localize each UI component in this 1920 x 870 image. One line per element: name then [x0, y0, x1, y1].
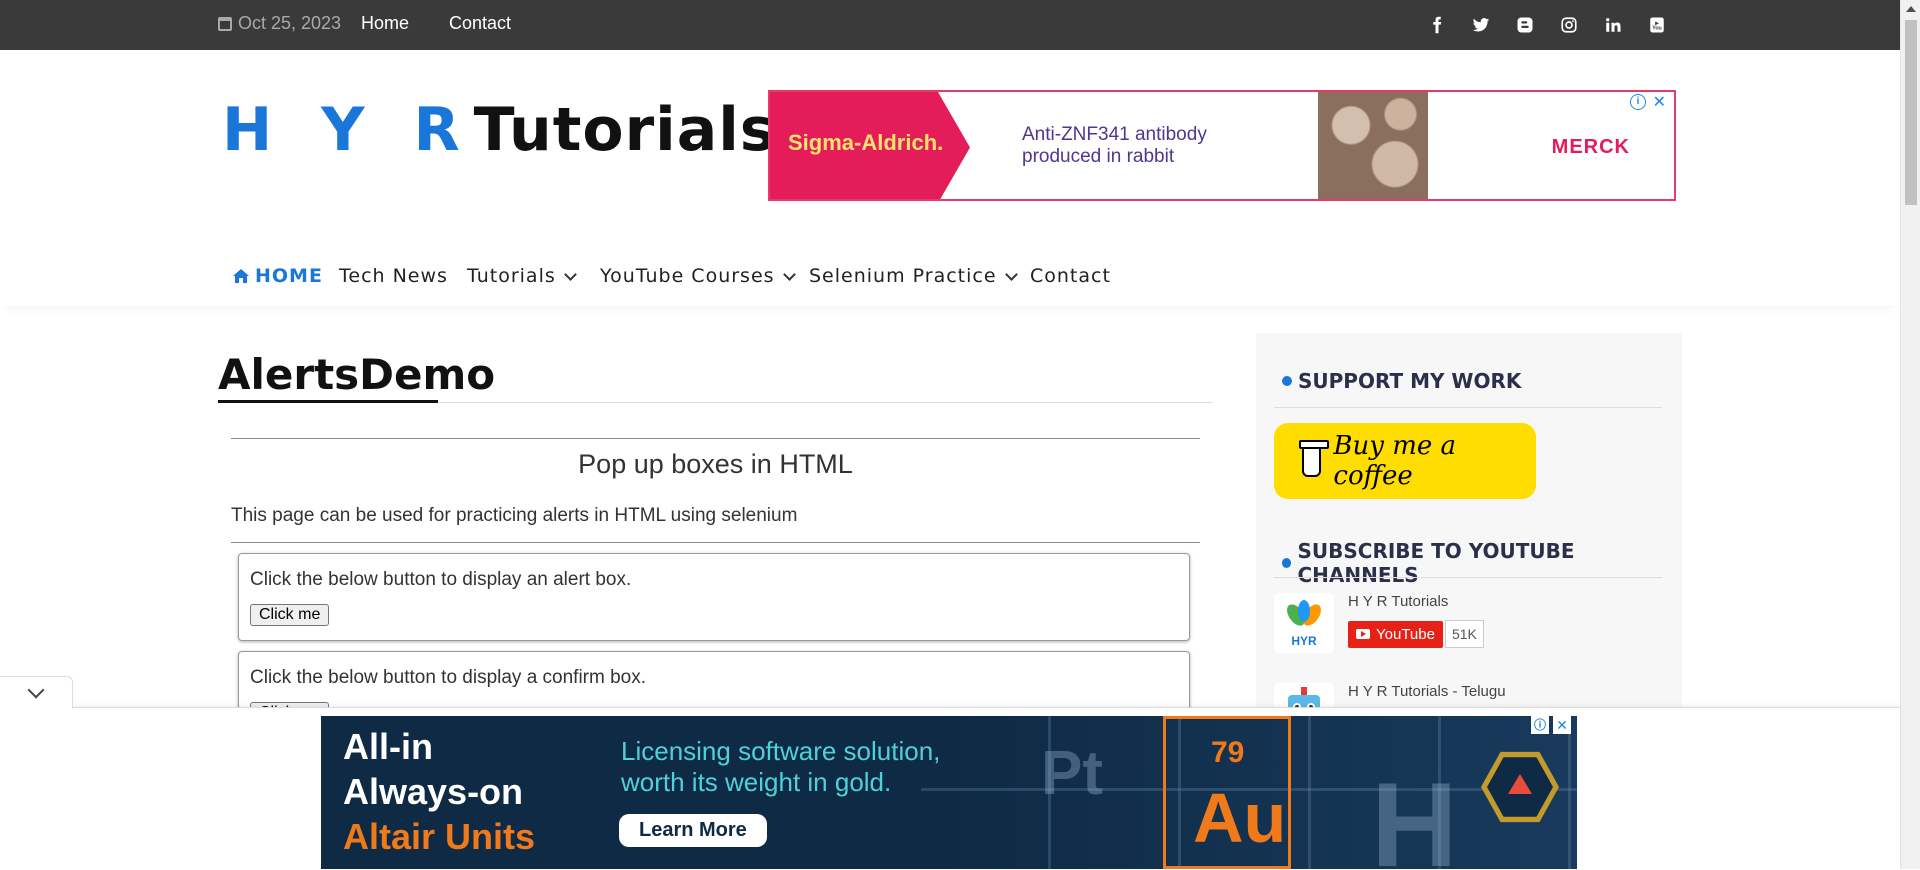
buy-me-a-coffee-button[interactable]: Buy me a coffee: [1274, 423, 1536, 499]
nav-item-tech-news[interactable]: Tech News: [339, 265, 448, 287]
nav-label-selenium-practice: Selenium Practice: [809, 265, 997, 287]
main-navigation: HOME Tech News Tutorials YouTube Courses…: [0, 240, 1900, 306]
nav-label-contact: Contact: [1030, 265, 1111, 287]
chevron-down-icon: [1004, 267, 1018, 281]
ad-tagline: Licensing software solution, worth its w…: [621, 736, 940, 798]
nav-item-contact[interactable]: Contact: [1030, 265, 1111, 287]
twitter-icon[interactable]: [1470, 14, 1492, 36]
youtube-subscribe-button[interactable]: YouTube 51K: [1348, 620, 1484, 648]
home-icon: [233, 269, 249, 283]
alert-box-message: Click the below button to display an ale…: [250, 569, 632, 590]
logo-initials: H Y R: [222, 95, 474, 165]
sidebar: SUPPORT MY WORK Buy me a coffee SUBSCRIB…: [1256, 333, 1682, 743]
top-bar: Oct 25, 2023 Home Contact You ▶: [0, 0, 1900, 50]
bullet-dot: [1282, 558, 1292, 568]
chevron-down-icon: [563, 267, 577, 281]
altair-logo-mark: [1508, 774, 1532, 794]
ad-close-icon[interactable]: ✕: [1553, 716, 1571, 734]
alert-button[interactable]: Click me: [250, 604, 330, 626]
svg-text:You: You: [1652, 26, 1662, 32]
channel-row: HYR H Y R Tutorials YouTube 51K: [1274, 593, 1484, 653]
ad-close-icon[interactable]: ✕: [1653, 92, 1666, 112]
linkedin-icon[interactable]: [1602, 14, 1624, 36]
nav-label-home: HOME: [255, 265, 323, 287]
ad-info-icon[interactable]: i: [1630, 94, 1646, 110]
channel-name[interactable]: H Y R Tutorials: [1348, 593, 1484, 610]
bullet-dot: [1282, 376, 1292, 386]
top-banner-ad[interactable]: Sigma-Aldrich. Anti-ZNF341 antibody prod…: [768, 90, 1676, 201]
confirm-box-message: Click the below button to display a conf…: [250, 667, 647, 688]
ad-partner-logo: MERCK: [1551, 136, 1630, 158]
calendar-icon: [218, 16, 232, 31]
nav-label-tutorials: Tutorials: [467, 265, 556, 287]
ad-tissue-image: [1318, 92, 1428, 199]
nav-item-tutorials[interactable]: Tutorials: [467, 265, 577, 287]
youtube-button-label: YouTube: [1376, 625, 1435, 643]
widget-divider: [1274, 407, 1662, 408]
ad-text: Anti-ZNF341 antibody produced in rabbit: [1022, 124, 1207, 168]
channel-avatar[interactable]: HYR: [1274, 593, 1334, 653]
ad-headline-1: All-in: [343, 726, 433, 767]
widget-divider: [1274, 577, 1662, 578]
content-divider-bottom: [231, 542, 1200, 543]
chevron-down-icon: [27, 681, 45, 699]
nav-label-youtube-courses: YouTube Courses: [600, 265, 775, 287]
support-title-text: SUPPORT MY WORK: [1298, 369, 1522, 393]
subscribe-widget-title: SUBSCRIBE TO YOUTUBE CHANNELS: [1282, 539, 1682, 587]
channel-name[interactable]: H Y R Tutorials - Telugu: [1348, 683, 1506, 700]
title-underline: [218, 400, 438, 403]
ad-gold-symbol: Au: [1193, 779, 1287, 857]
youtube-icon[interactable]: You ▶: [1646, 14, 1668, 36]
top-link-contact[interactable]: Contact: [449, 13, 511, 34]
anchor-ad-collapse-tab[interactable]: [0, 676, 73, 709]
section-heading: Pop up boxes in HTML: [578, 449, 853, 479]
youtube-button[interactable]: YouTube: [1348, 620, 1443, 648]
ad-tagline-line1: Licensing software solution,: [621, 736, 941, 766]
coffee-cup-icon: [1298, 440, 1330, 477]
learn-more-button[interactable]: Learn More: [619, 814, 767, 847]
facebook-icon[interactable]: [1426, 14, 1448, 36]
subscribe-title-text: SUBSCRIBE TO YOUTUBE CHANNELS: [1297, 539, 1575, 587]
ad-tagline-line2: worth its weight in gold.: [621, 767, 892, 797]
site-logo[interactable]: H Y RTutorials: [222, 95, 777, 165]
coffee-label: Buy me a coffee: [1333, 431, 1457, 491]
ad-gold-number: 79: [1211, 736, 1245, 769]
youtube-play-icon: [1356, 629, 1370, 639]
date-text: Oct 25, 2023: [238, 13, 342, 33]
chevron-down-icon: [782, 267, 796, 281]
top-link-home[interactable]: Home: [361, 13, 409, 34]
ad-text-line1: Anti-ZNF341 antibody: [1022, 124, 1207, 145]
date-display: Oct 25, 2023: [218, 13, 341, 34]
ad-headline-3: Altair Units: [343, 816, 536, 857]
nav-item-selenium-practice[interactable]: Selenium Practice: [809, 265, 1018, 287]
ad-text-line2: produced in rabbit: [1022, 146, 1175, 167]
bottom-banner-ad[interactable]: Pt H 79 Au All-in Always-on Altair Units…: [321, 716, 1577, 869]
ad-brand-name: Sigma-Aldrich.: [788, 130, 944, 155]
intro-text: This page can be used for practicing ale…: [231, 505, 798, 526]
ad-headline-2: Always-on: [343, 771, 524, 812]
support-widget-title: SUPPORT MY WORK: [1282, 369, 1521, 393]
nav-label-tech-news: Tech News: [339, 265, 448, 287]
logo-word: Tutorials: [473, 95, 777, 165]
instagram-icon[interactable]: [1558, 14, 1580, 36]
alert-box-panel: Click the below button to display an ale…: [238, 553, 1190, 641]
nav-item-youtube-courses[interactable]: YouTube Courses: [600, 265, 796, 287]
svg-text:HYR: HYR: [1291, 634, 1317, 648]
content-divider-top: [231, 438, 1200, 439]
page-title: AlertsDemo: [218, 350, 496, 399]
blogger-icon[interactable]: [1514, 14, 1536, 36]
page-scrollbar[interactable]: [1900, 0, 1920, 869]
ad-element-h: H: [1371, 758, 1458, 869]
scrollbar-thumb[interactable]: [1905, 20, 1917, 205]
ad-element-platinum: Pt: [1041, 739, 1103, 808]
scroll-up-arrow[interactable]: [1906, 6, 1916, 12]
ad-info-icon[interactable]: ⓘ: [1531, 716, 1549, 734]
nav-item-home[interactable]: HOME: [233, 265, 323, 287]
subscriber-count: 51K: [1444, 620, 1484, 648]
